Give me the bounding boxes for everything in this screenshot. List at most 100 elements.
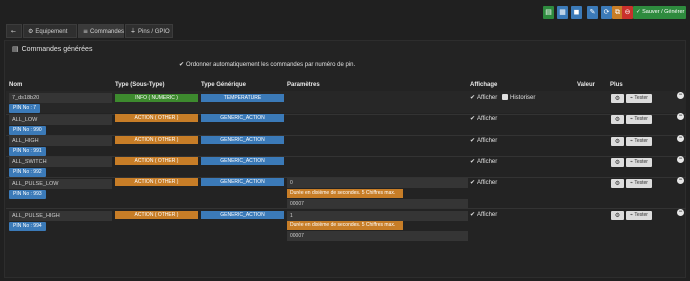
test-button[interactable]: ⌁ Tester [626, 158, 652, 167]
top-toolbar: ▤ ▦ ◼ ✎ ⟳ ⧉ ⊖ ✓ Sauver / Générer [0, 0, 690, 22]
type-badge: ACTION ( OTHER ) [115, 136, 198, 144]
tab-equipement[interactable]: ⚙ Equipement [23, 24, 77, 38]
remove-icon[interactable]: − [677, 156, 684, 163]
command-name-input[interactable]: ALL_LOW [9, 115, 112, 125]
duration-tooltip: Durée en dixième de secondes. 5 Chiffres… [287, 189, 403, 198]
afficher-checkbox[interactable]: ✔ Afficher [470, 211, 497, 218]
header-valeur: Valeur [577, 82, 596, 88]
gears-icon: ⚙ [28, 28, 34, 35]
check-icon: ✔ [470, 94, 476, 101]
test-button[interactable]: ⌁ Tester [626, 115, 652, 124]
check-icon: ✔ [470, 211, 476, 218]
remove-icon[interactable]: − [677, 209, 684, 216]
type-badge: ACTION ( OTHER ) [115, 114, 198, 122]
afficher-label: Afficher [477, 95, 498, 101]
panel-title-text: Commandes générées [21, 46, 93, 53]
panel-title: ▤ Commandes générées [12, 45, 92, 53]
docs-icon[interactable]: ▦ [557, 6, 568, 19]
check-icon: ✔ [470, 158, 476, 165]
configure-button[interactable]: ⚙ [611, 211, 624, 220]
afficher-checkbox[interactable]: ✔ Afficher [470, 115, 497, 122]
check-icon: ✓ [636, 9, 641, 15]
checkbox-box [502, 94, 508, 100]
test-button[interactable]: ⌁ Tester [626, 211, 652, 220]
command-name-input[interactable]: ALL_SWITCH [9, 157, 112, 167]
generic-type-badge: GENERIC_ACTION [201, 157, 284, 165]
header-parametres: Paramètres [287, 82, 320, 88]
save-generate-button[interactable]: ✓ Sauver / Générer [633, 6, 686, 19]
type-badge: ACTION ( OTHER ) [115, 157, 198, 165]
save-icon[interactable]: ◼ [571, 6, 582, 19]
back-arrow-icon: ← [11, 28, 17, 35]
plug-icon: ⏚ [130, 28, 137, 35]
configure-button[interactable]: ⚙ [611, 115, 624, 124]
afficher-label: Afficher [477, 138, 498, 144]
afficher-checkbox[interactable]: ✔ Afficher [470, 94, 497, 101]
commands-panel: ▤ Commandes générées ✔ Ordonner automatiqu… [4, 40, 686, 278]
command-name-input[interactable]: ALL_HIGH [9, 136, 112, 146]
afficher-label: Afficher [477, 116, 498, 122]
command-name-input[interactable]: 7_ds18b20 [9, 93, 112, 103]
remove-icon[interactable]: − [677, 113, 684, 120]
tab-back[interactable]: ← [6, 24, 22, 38]
parameter-input[interactable]: 1 [287, 211, 468, 221]
tab-label: Commandes [90, 29, 125, 35]
header-type: Type (Sous-Type) [115, 82, 165, 88]
configure-button[interactable]: ⚙ [611, 158, 624, 167]
generic-type-badge: GENERIC_ACTION [201, 136, 284, 144]
afficher-checkbox[interactable]: ✔ Afficher [470, 158, 497, 165]
test-button[interactable]: ⌁ Tester [626, 94, 652, 103]
auto-order-label: Ordonner automatiquement les commandes p… [186, 62, 356, 68]
test-label: Tester [634, 212, 648, 218]
remove-icon[interactable]: − [677, 92, 684, 99]
header-nom: Nom [9, 82, 23, 88]
remove-icon[interactable]: − [677, 177, 684, 184]
type-badge: ACTION ( OTHER ) [115, 211, 198, 219]
delete-icon[interactable]: ⊖ [622, 6, 633, 19]
configure-button[interactable]: ⚙ [611, 137, 624, 146]
list-icon: ▤ [12, 45, 19, 53]
type-badge: ACTION ( OTHER ) [115, 178, 198, 186]
command-name-input[interactable]: ALL_PULSE_LOW [9, 179, 112, 189]
historiser-label: Historiser [510, 95, 536, 101]
afficher-checkbox[interactable]: ✔ Afficher [470, 137, 497, 144]
duration-input[interactable]: 00007 [287, 231, 468, 241]
afficher-checkbox[interactable]: ✔ Afficher [470, 179, 497, 186]
tab-label: Pins / GPIO [138, 29, 170, 35]
test-label: Tester [634, 95, 648, 101]
refresh-icon[interactable]: ⟳ [601, 6, 612, 19]
test-button[interactable]: ⌁ Tester [626, 179, 652, 188]
check-icon: ✔ [470, 179, 476, 186]
row-divider [6, 208, 686, 209]
test-label: Tester [634, 116, 648, 122]
rss-icon: ⌁ [630, 159, 634, 165]
type-badge: INFO ( NUMERIC ) [115, 94, 198, 102]
test-button[interactable]: ⌁ Tester [626, 137, 652, 146]
generic-type-badge: GENERIC_ACTION [201, 114, 284, 122]
generic-type-badge: GENERIC_ACTION [201, 211, 284, 219]
header-generique: Type Générique [201, 82, 246, 88]
auto-order-checkbox[interactable]: ✔ Ordonner automatiquement les commandes … [179, 61, 355, 68]
check-icon: ✔ [470, 137, 476, 144]
tab-commandes[interactable]: ≡ Commandes [78, 24, 124, 38]
remove-icon[interactable]: − [677, 135, 684, 142]
configure-button[interactable]: ⚙ [611, 94, 624, 103]
rss-icon: ⌁ [630, 180, 634, 186]
pin-badge: PIN No : 993 [9, 190, 46, 199]
header-affichage: Affichage [470, 82, 498, 88]
save-generate-label: Sauver / Générer [642, 9, 685, 15]
command-name-input[interactable]: ALL_PULSE_HIGH [9, 211, 112, 221]
list-icon[interactable]: ▤ [543, 6, 554, 19]
check-icon: ✔ [179, 61, 185, 68]
wrench-icon[interactable]: ✎ [587, 6, 598, 19]
pin-badge: PIN No : 991 [9, 147, 46, 156]
parameter-input[interactable]: 0 [287, 178, 468, 188]
tab-pins-gpio[interactable]: ⏚ Pins / GPIO [125, 24, 173, 38]
pin-badge: PIN No : 994 [9, 222, 46, 231]
duration-tooltip: Durée en dixième de secondes. 5 Chiffres… [287, 221, 403, 230]
rss-icon: ⌁ [630, 138, 634, 144]
test-label: Tester [634, 159, 648, 165]
configure-button[interactable]: ⚙ [611, 179, 624, 188]
afficher-label: Afficher [477, 180, 498, 186]
historiser-checkbox[interactable]: Historiser [502, 94, 535, 101]
